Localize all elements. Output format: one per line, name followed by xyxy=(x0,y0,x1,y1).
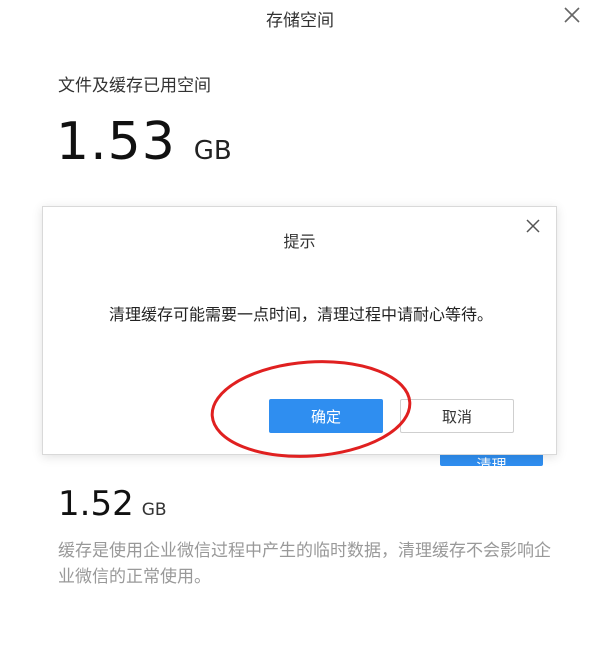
close-icon xyxy=(564,7,580,23)
close-icon xyxy=(526,219,540,233)
cache-size: 1.52 GB xyxy=(58,484,167,524)
cancel-button[interactable]: 取消 xyxy=(400,399,514,433)
confirm-dialog: 提示 清理缓存可能需要一点时间，清理过程中请耐心等待。 确定 取消 xyxy=(42,206,557,455)
storage-used-value: 1.53 xyxy=(56,112,176,172)
confirm-button[interactable]: 确定 xyxy=(269,399,383,433)
dialog-title: 提示 xyxy=(283,232,316,251)
dialog-message: 清理缓存可能需要一点时间，清理过程中请耐心等待。 xyxy=(109,305,494,324)
cache-size-unit: GB xyxy=(141,500,167,520)
storage-used-label: 文件及缓存已用空间 xyxy=(58,76,211,96)
storage-used-unit: GB xyxy=(193,136,232,166)
clear-cache-button-label: 清理 xyxy=(476,456,507,466)
storage-used-size: 1.53 GB xyxy=(56,112,232,172)
dialog-close-button[interactable] xyxy=(522,215,544,237)
cache-description: 缓存是使用企业微信过程中产生的临时数据，清理缓存不会影响企业微信的正常使用。 xyxy=(58,541,551,587)
window-title: 存储空间 xyxy=(266,11,334,31)
window-close-button[interactable] xyxy=(560,3,584,27)
cache-size-value: 1.52 xyxy=(58,484,134,524)
